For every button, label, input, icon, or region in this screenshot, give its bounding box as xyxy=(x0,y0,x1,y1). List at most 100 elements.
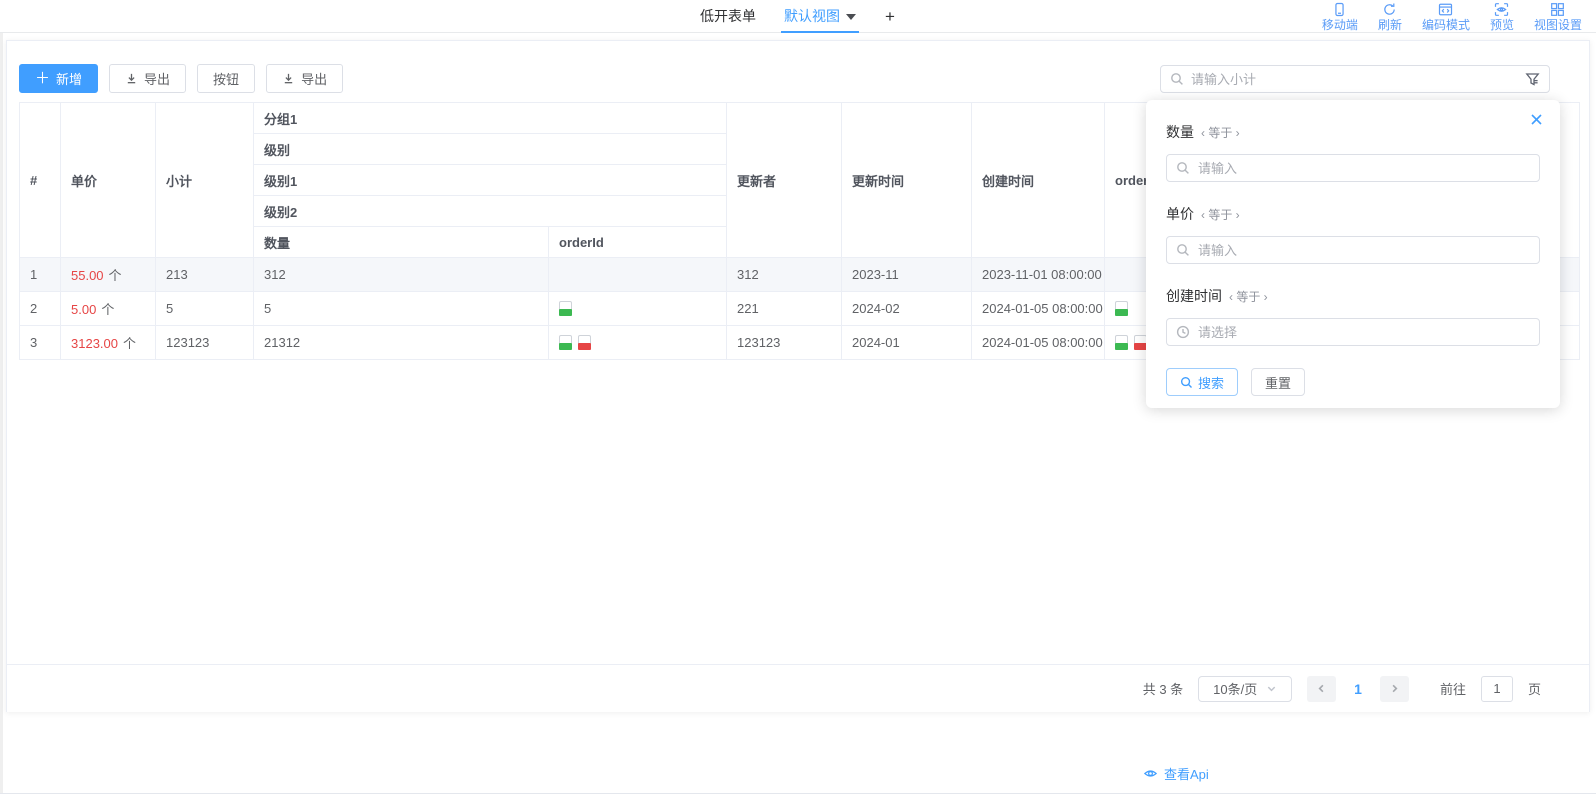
chevron-right-icon xyxy=(1389,683,1400,694)
tab-form[interactable]: 低开表单 xyxy=(697,0,759,33)
close-filter-button[interactable] xyxy=(1529,112,1544,127)
generic-button-label: 按钮 xyxy=(213,69,239,88)
file-xlsx-icon[interactable] xyxy=(1115,301,1128,316)
header-level: 级别 xyxy=(254,134,727,165)
chevron-left-icon xyxy=(1316,683,1327,694)
price-value: 55.00 xyxy=(71,268,104,283)
file-xlsx-icon[interactable] xyxy=(1115,335,1128,350)
cell-subtotal: 213 xyxy=(156,258,254,292)
goto-page-input[interactable] xyxy=(1481,676,1513,702)
filter-create-time-inputbox xyxy=(1166,318,1540,346)
window-left-edge xyxy=(0,33,3,793)
header-level2: 级别2 xyxy=(254,196,727,227)
preview-button[interactable]: 预览 xyxy=(1490,2,1514,32)
preview-label: 预览 xyxy=(1490,18,1514,32)
file-xlsx-icon[interactable] xyxy=(559,335,572,350)
view-api-link[interactable]: 查看Api xyxy=(1143,764,1209,783)
cell-create-time: 2023-11-01 08:00:00 xyxy=(972,258,1105,292)
file-pdf-icon[interactable] xyxy=(578,335,591,350)
funnel-icon[interactable] xyxy=(1525,72,1540,87)
page-size-value: 10条/页 xyxy=(1213,679,1257,698)
export-button-2[interactable]: 导出 xyxy=(266,64,343,93)
price-unit: 个 xyxy=(109,268,122,283)
filter-create-time-label: 创建时间 xyxy=(1166,286,1222,306)
cell-update-time: 2024-02 xyxy=(842,292,972,326)
topbar-actions: 移动端 刷新 编码模式 预览 视图设置 xyxy=(1322,2,1582,32)
view-settings-button[interactable]: 视图设置 xyxy=(1534,2,1582,32)
page: 低开表单 默认视图 + 移动端 刷新 编码模式 xyxy=(0,0,1596,808)
download-icon xyxy=(125,72,138,85)
search-icon xyxy=(1180,376,1193,389)
code-mode-button[interactable]: 编码模式 xyxy=(1422,2,1470,32)
plus-icon: ＋ xyxy=(35,71,50,86)
filter-reset-button[interactable]: 重置 xyxy=(1251,368,1305,396)
filter-create-time-operator[interactable]: ‹ 等于 › xyxy=(1229,288,1268,305)
filter-quantity-input[interactable] xyxy=(1198,161,1530,176)
price-value: 5.00 xyxy=(71,302,96,317)
add-view-tab-button[interactable]: + xyxy=(881,0,899,33)
cell-updater: 221 xyxy=(727,292,842,326)
export-button-2-label: 导出 xyxy=(301,69,327,88)
tab-form-label: 低开表单 xyxy=(700,6,756,26)
filter-search-button[interactable]: 搜索 xyxy=(1166,368,1238,396)
header-create-time: 创建时间 xyxy=(972,103,1105,258)
cell-quantity: 5 xyxy=(254,292,549,326)
caret-down-icon[interactable] xyxy=(846,14,856,20)
add-button-label: 新增 xyxy=(56,69,82,88)
tab-default-view[interactable]: 默认视图 xyxy=(781,0,859,33)
mobile-button[interactable]: 移动端 xyxy=(1322,2,1358,32)
price-unit: 个 xyxy=(101,302,114,317)
search-icon xyxy=(1170,72,1184,86)
cell-quantity: 312 xyxy=(254,258,549,292)
cell-create-time: 2024-01-05 08:00:00 xyxy=(972,292,1105,326)
clock-icon xyxy=(1176,325,1190,339)
cell-subtotal: 123123 xyxy=(156,326,254,360)
search-icon xyxy=(1176,243,1190,257)
current-page[interactable]: 1 xyxy=(1351,681,1365,697)
filter-quantity-operator[interactable]: ‹ 等于 › xyxy=(1201,124,1240,141)
mobile-icon xyxy=(1332,2,1347,17)
header-update-time: 更新时间 xyxy=(842,103,972,258)
chevron-down-icon xyxy=(1266,683,1277,694)
tab-default-view-label: 默认视图 xyxy=(784,6,840,26)
refresh-button[interactable]: 刷新 xyxy=(1378,2,1402,32)
view-api-label: 查看Api xyxy=(1164,764,1209,783)
filter-quantity-label: 数量 xyxy=(1166,122,1194,142)
prev-page-button[interactable] xyxy=(1307,676,1336,702)
header-index: # xyxy=(20,103,61,258)
filter-unit-price-operator[interactable]: ‹ 等于 › xyxy=(1201,206,1240,223)
generic-button[interactable]: 按钮 xyxy=(197,64,255,93)
cell-order-files xyxy=(549,292,727,326)
filter-create-time-input[interactable] xyxy=(1198,325,1530,340)
export-button-1-label: 导出 xyxy=(144,69,170,88)
page-unit-label: 页 xyxy=(1528,679,1541,698)
header-updater: 更新者 xyxy=(727,103,842,258)
cell-index: 2 xyxy=(20,292,61,326)
cell-index: 3 xyxy=(20,326,61,360)
file-xlsx-icon[interactable] xyxy=(559,301,572,316)
page-size-select[interactable]: 10条/页 xyxy=(1198,676,1292,702)
search-icon xyxy=(1176,161,1190,175)
header-quantity: 数量 xyxy=(254,227,549,258)
cell-update-time: 2024-01 xyxy=(842,326,972,360)
filter-unit-price-input[interactable] xyxy=(1198,243,1530,258)
bottom-divider xyxy=(0,793,1596,794)
cell-unit-price: 3123.00个 xyxy=(61,326,156,360)
view-settings-icon xyxy=(1550,2,1565,17)
pagination-total: 共 3 条 xyxy=(1143,679,1183,698)
filter-field-quantity: 数量 ‹ 等于 › xyxy=(1166,122,1540,182)
filter-panel: 数量 ‹ 等于 › 单价 ‹ 等于 › 创建时间 ‹ 等于 › xyxy=(1146,100,1560,408)
filter-quantity-inputbox xyxy=(1166,154,1540,182)
preview-icon xyxy=(1494,2,1509,17)
cell-update-time: 2023-11 xyxy=(842,258,972,292)
next-page-button[interactable] xyxy=(1380,676,1409,702)
add-button[interactable]: ＋ 新增 xyxy=(19,64,98,93)
filter-field-unit-price: 单价 ‹ 等于 › xyxy=(1166,204,1540,264)
download-icon xyxy=(282,72,295,85)
plus-icon: + xyxy=(885,7,895,27)
export-button-1[interactable]: 导出 xyxy=(109,64,186,93)
cell-quantity: 21312 xyxy=(254,326,549,360)
quick-search-input[interactable] xyxy=(1191,72,1518,87)
view-settings-label: 视图设置 xyxy=(1534,18,1582,32)
filter-field-create-time: 创建时间 ‹ 等于 › xyxy=(1166,286,1540,346)
